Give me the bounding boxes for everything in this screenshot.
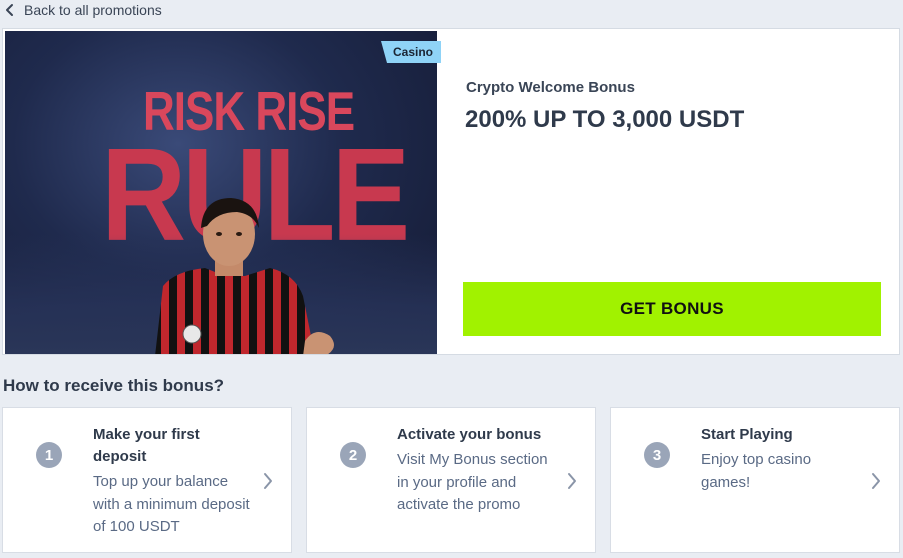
step-number-badge: 3 bbox=[644, 442, 670, 468]
back-to-promotions-link[interactable]: Back to all promotions bbox=[4, 0, 162, 20]
step-description: Visit My Bonus section in your profile a… bbox=[397, 451, 548, 513]
promo-title: 200% UP TO 3,000 USDT bbox=[465, 106, 745, 133]
football-player-illustration bbox=[155, 198, 334, 354]
step-description: Enjoy top casino games! bbox=[701, 451, 812, 491]
category-tag: Casino bbox=[381, 41, 442, 63]
step-title: Start Playing bbox=[701, 426, 793, 443]
promo-subtitle: Crypto Welcome Bonus bbox=[466, 79, 635, 96]
step-card-deposit[interactable]: 1 Make your first deposit Top up your ba… bbox=[2, 407, 292, 553]
step-description: Top up your balance with a minimum depos… bbox=[93, 473, 250, 535]
step-number-badge: 1 bbox=[36, 442, 62, 468]
step-number-badge: 2 bbox=[340, 442, 366, 468]
step-card-activate[interactable]: 2 Activate your bonus Visit My Bonus sec… bbox=[306, 407, 596, 553]
chevron-right-icon bbox=[263, 472, 273, 495]
chevron-left-icon bbox=[4, 3, 16, 17]
step-card-play[interactable]: 3 Start Playing Enjoy top casino games! bbox=[610, 407, 900, 553]
get-bonus-button[interactable]: GET BONUS bbox=[463, 282, 881, 336]
promo-banner-image: RISK RISE RULE bbox=[5, 31, 437, 354]
back-link-label: Back to all promotions bbox=[24, 2, 162, 18]
chevron-right-icon bbox=[871, 472, 881, 495]
step-title: Make your first deposit bbox=[93, 426, 200, 465]
how-to-heading: How to receive this bonus? bbox=[3, 376, 225, 395]
chevron-right-icon bbox=[567, 472, 577, 495]
step-title: Activate your bonus bbox=[397, 426, 542, 443]
